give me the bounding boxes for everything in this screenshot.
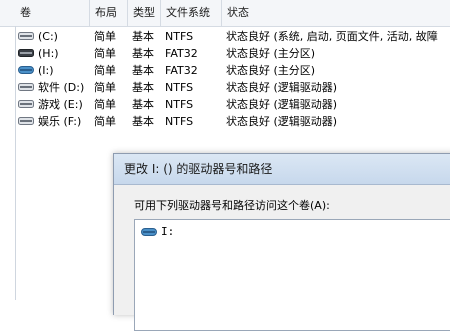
volume-status: 状态良好 (逻辑驱动器)	[226, 81, 338, 94]
volume-row[interactable]: (H:) 简单 基本 FAT32 状态良好 (主分区)	[0, 45, 450, 62]
removable-drive-icon	[18, 66, 34, 74]
volume-type: 基本	[132, 64, 154, 77]
volume-layout: 简单	[94, 81, 116, 94]
volume-filesystem: FAT32	[165, 47, 198, 60]
system-drive-icon	[18, 32, 34, 40]
volume-row[interactable]: 娱乐 (F:) 简单 基本 NTFS 状态良好 (逻辑驱动器)	[0, 113, 450, 130]
volume-status: 状态良好 (主分区)	[226, 64, 316, 77]
hard-drive-icon	[18, 83, 34, 91]
volume-status: 状态良好 (系统, 启动, 页面文件, 活动, 故障	[226, 30, 438, 43]
volume-layout: 简单	[94, 30, 116, 43]
removable-drive-icon	[18, 49, 34, 57]
paths-list-label: 可用下列驱动器号和路径访问这个卷(A):	[134, 199, 330, 212]
hard-drive-icon	[18, 100, 34, 108]
volume-name: 游戏 (E:)	[38, 98, 83, 111]
volume-name: (C:)	[38, 30, 58, 43]
drive-paths-list[interactable]: I:	[134, 219, 450, 331]
column-header-type[interactable]: 类型	[128, 0, 161, 26]
volume-filesystem: NTFS	[165, 30, 194, 43]
change-drive-letter-dialog: 更改 I: () 的驱动器号和路径 可用下列驱动器号和路径访问这个卷(A): I…	[113, 153, 450, 331]
volume-type: 基本	[132, 47, 154, 60]
volume-filesystem: NTFS	[165, 81, 194, 94]
volume-layout: 简单	[94, 115, 116, 128]
volume-status: 状态良好 (主分区)	[226, 47, 316, 60]
volume-filesystem: NTFS	[165, 115, 194, 128]
volume-row[interactable]: (I:) 简单 基本 FAT32 状态良好 (主分区)	[0, 62, 450, 79]
drive-path-label: I:	[161, 225, 175, 238]
volume-status: 状态良好 (逻辑驱动器)	[226, 98, 338, 111]
volume-type: 基本	[132, 81, 154, 94]
column-header-status[interactable]: 状态	[222, 0, 450, 26]
volume-name: 娱乐 (F:)	[38, 115, 82, 128]
drive-icon	[141, 228, 157, 236]
dialog-body: 可用下列驱动器号和路径访问这个卷(A): I:	[114, 185, 450, 331]
volume-row[interactable]: (C:) 简单 基本 NTFS 状态良好 (系统, 启动, 页面文件, 活动, …	[0, 28, 450, 45]
volume-status: 状态良好 (逻辑驱动器)	[226, 115, 338, 128]
column-header-volume[interactable]: 卷	[15, 0, 90, 26]
column-header-filesystem[interactable]: 文件系统	[161, 0, 222, 26]
volume-row[interactable]: 软件 (D:) 简单 基本 NTFS 状态良好 (逻辑驱动器)	[0, 79, 450, 96]
volume-name: (I:)	[38, 64, 54, 77]
hard-drive-icon	[18, 117, 34, 125]
volume-name: (H:)	[38, 47, 59, 60]
dialog-title: 更改 I: () 的驱动器号和路径	[124, 162, 273, 176]
volume-list-header: 卷 布局 类型 文件系统 状态	[0, 0, 450, 27]
volume-layout: 简单	[94, 64, 116, 77]
volume-type: 基本	[132, 115, 154, 128]
volume-layout: 简单	[94, 98, 116, 111]
volume-type: 基本	[132, 30, 154, 43]
dialog-titlebar[interactable]: 更改 I: () 的驱动器号和路径	[114, 154, 450, 185]
volume-type: 基本	[132, 98, 154, 111]
volume-filesystem: NTFS	[165, 98, 194, 111]
volume-layout: 简单	[94, 47, 116, 60]
volume-name: 软件 (D:)	[38, 81, 85, 94]
volume-filesystem: FAT32	[165, 64, 198, 77]
column-header-layout[interactable]: 布局	[90, 0, 128, 26]
volume-row[interactable]: 游戏 (E:) 简单 基本 NTFS 状态良好 (逻辑驱动器)	[0, 96, 450, 113]
